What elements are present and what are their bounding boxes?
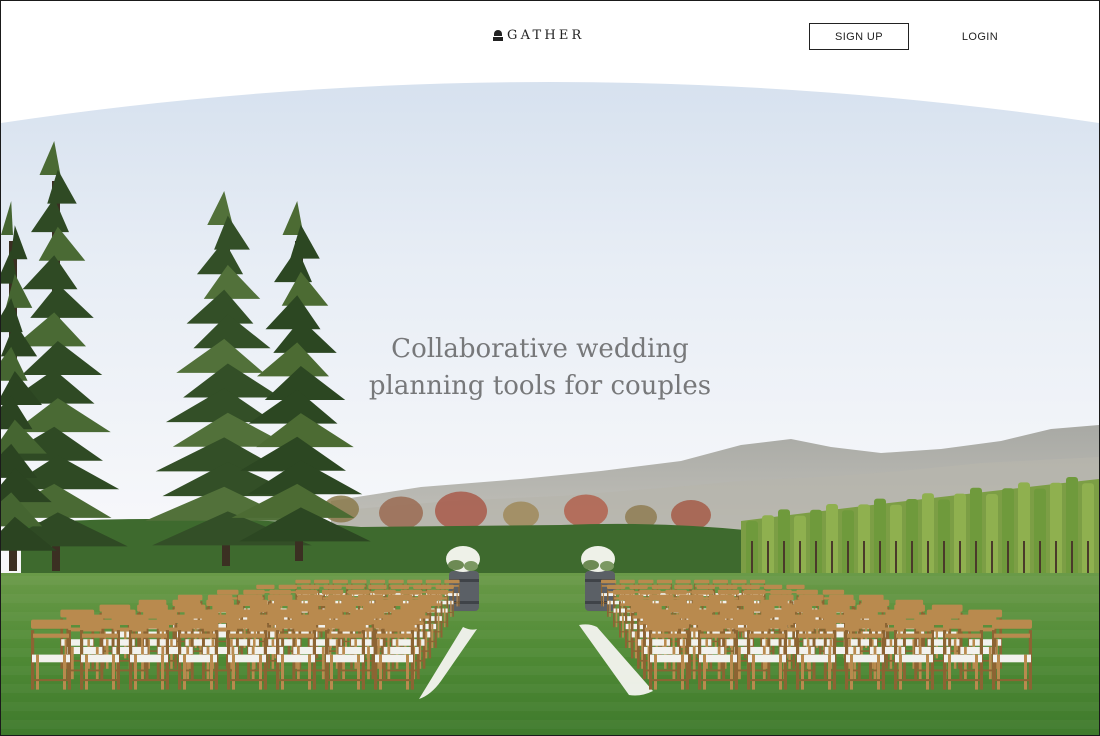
hero-headline-line2: planning tools for couples xyxy=(368,371,712,401)
login-link[interactable]: LOGIN xyxy=(951,23,1009,50)
hero-headline-line1: Collaborative wedding xyxy=(391,334,689,364)
logo-icon xyxy=(493,29,503,42)
site-header: GATHER SIGN UP LOGIN xyxy=(1,1,1099,81)
signup-button[interactable]: SIGN UP xyxy=(809,23,909,50)
brand-name: GATHER xyxy=(507,28,585,43)
brand-logo[interactable]: GATHER xyxy=(493,28,585,43)
hero-headline: Collaborative wedding planning tools for… xyxy=(1,331,1079,405)
